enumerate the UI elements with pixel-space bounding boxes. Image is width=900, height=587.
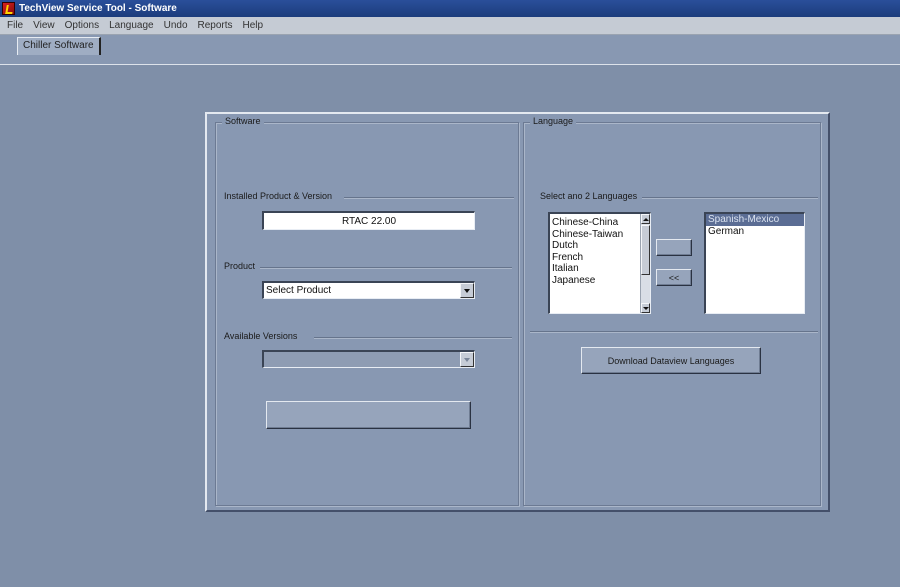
language-group: Language Select ano 2 Languages Chinese-…	[523, 116, 821, 506]
product-separator	[260, 267, 512, 269]
product-select[interactable]: Select Product	[262, 281, 475, 299]
available-versions-label: Available Versions	[224, 331, 298, 341]
software-group: Software Installed Product & Version RTA…	[215, 116, 519, 506]
menu-help[interactable]: Help	[238, 20, 269, 31]
remove-language-button[interactable]: <<	[656, 269, 692, 286]
chevron-down-icon[interactable]	[460, 283, 474, 298]
list-item[interactable]: Japanese	[550, 275, 640, 287]
list-item-selected[interactable]: Spanish-Mexico	[706, 214, 804, 226]
list-item[interactable]: Chinese-Taiwan	[550, 229, 640, 241]
software-group-title: Software	[222, 116, 264, 126]
selected-languages-list[interactable]: Spanish-Mexico German	[704, 212, 805, 314]
software-language-panel: Software Installed Product & Version RTA…	[205, 112, 830, 512]
add-language-button[interactable]	[656, 239, 692, 256]
select-languages-label: Select ano 2 Languages	[540, 191, 638, 201]
window-title: TechView Service Tool - Software	[19, 3, 177, 14]
language-bottom-separator	[530, 331, 818, 333]
menu-file[interactable]: File	[2, 20, 28, 31]
download-software-button[interactable]	[266, 401, 471, 429]
chevron-down-icon[interactable]	[460, 352, 474, 367]
tab-chiller-software[interactable]: Chiller Software	[17, 37, 101, 55]
versions-separator	[314, 337, 512, 339]
available-languages-list[interactable]: Chinese-China Chinese-Taiwan Dutch Frenc…	[548, 212, 651, 314]
product-label: Product	[224, 261, 256, 271]
menu-bar: File View Options Language Undo Reports …	[0, 17, 900, 35]
list-item[interactable]: German	[706, 226, 804, 238]
menu-undo[interactable]: Undo	[159, 20, 193, 31]
available-languages-items: Chinese-China Chinese-Taiwan Dutch Frenc…	[550, 217, 640, 287]
available-versions-select[interactable]	[262, 350, 475, 368]
installed-product-version-field: RTAC 22.00	[262, 211, 475, 230]
installed-product-label: Installed Product & Version	[224, 191, 333, 201]
menu-options[interactable]: Options	[60, 20, 104, 31]
menu-view[interactable]: View	[28, 20, 60, 31]
list-item[interactable]: French	[550, 252, 640, 264]
installed-separator	[344, 197, 514, 199]
title-bar: TechView Service Tool - Software	[0, 0, 900, 17]
list-item[interactable]: Italian	[550, 263, 640, 275]
scroll-thumb[interactable]	[641, 225, 650, 275]
select-languages-separator	[642, 197, 818, 199]
product-select-value: Select Product	[266, 285, 332, 296]
available-languages-scrollbar[interactable]	[640, 214, 650, 313]
arrow-up-icon[interactable]	[641, 214, 650, 224]
list-item[interactable]: Dutch	[550, 240, 640, 252]
list-item[interactable]: Chinese-China	[550, 217, 640, 229]
menu-reports[interactable]: Reports	[193, 20, 238, 31]
techview-app-icon	[2, 2, 15, 15]
tab-strip: Chiller Software	[0, 35, 900, 65]
arrow-down-icon[interactable]	[641, 303, 650, 313]
download-dataview-languages-button[interactable]: Download Dataview Languages	[581, 347, 761, 374]
menu-language[interactable]: Language	[104, 20, 159, 31]
language-group-title: Language	[530, 116, 577, 126]
